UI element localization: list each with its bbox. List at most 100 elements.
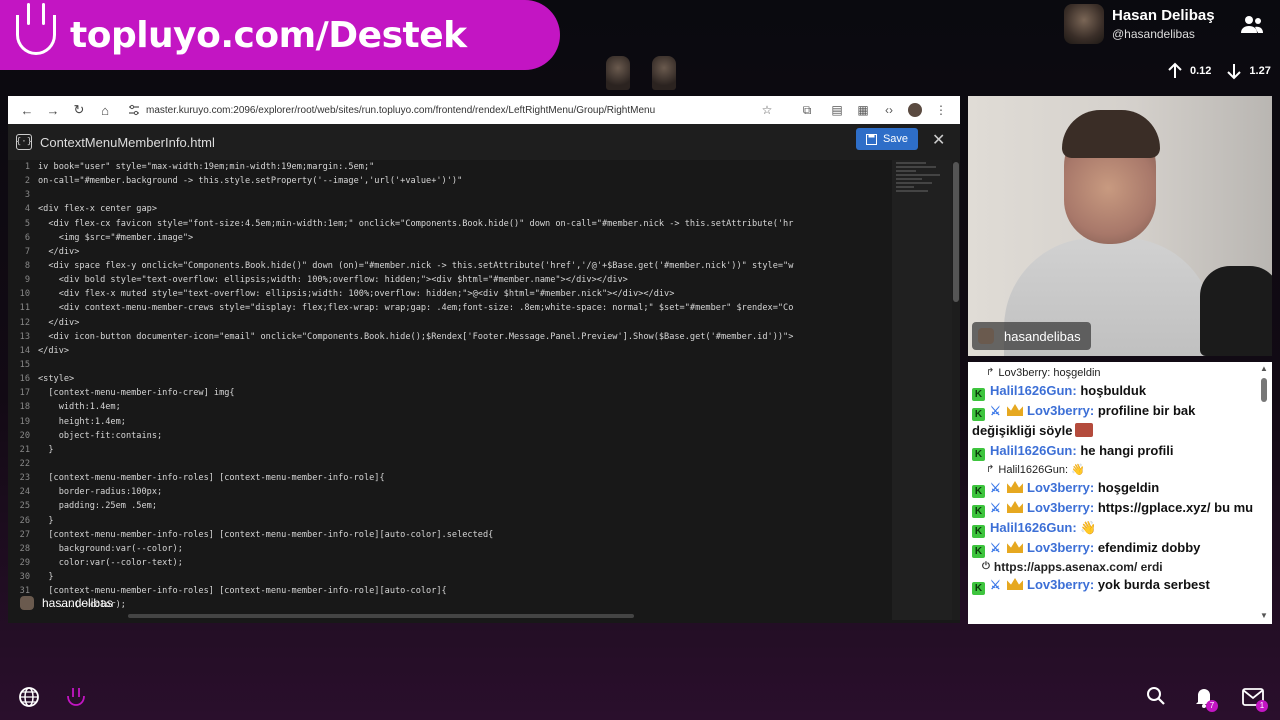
scroll-down-icon[interactable]: ▼ — [1260, 611, 1268, 620]
chat-panel[interactable]: ↱ Lov3berry: hoşgeldin K Halil1626Gun: hoşb… — [968, 362, 1272, 624]
chat-text: yok burda serbest — [1097, 577, 1210, 592]
scroll-up-icon[interactable]: ▲ — [1260, 364, 1268, 373]
streamer-profile[interactable]: Hasan Delibaş @hasandelibas — [1064, 4, 1215, 44]
url-text: master.kuruyo.com:2096/explorer/root/web… — [146, 104, 656, 116]
emote-icon — [1075, 423, 1094, 437]
code-line[interactable]: 8 <div space flex-y onclick="Components.… — [8, 259, 890, 273]
crown-badge-icon — [1007, 578, 1023, 590]
save-button[interactable]: Save — [856, 128, 918, 150]
chat-nick[interactable]: Lov3berry: — [1027, 577, 1094, 592]
code-minimap[interactable] — [892, 160, 952, 620]
address-bar: ← → ↻ ⌂ master.kuruyo.com:2096/explorer/… — [8, 96, 960, 124]
line-number: 3 — [24, 190, 30, 201]
code-line[interactable]: 15 — [8, 358, 890, 372]
code-editor[interactable]: 1 iv book="user" style="max-width:19em;mi… — [8, 160, 890, 620]
code-line[interactable]: 19 height:1.4em; — [8, 415, 890, 429]
line-number: 23 — [19, 473, 30, 484]
code-line[interactable]: 21 } — [8, 443, 890, 457]
site-info-icon[interactable] — [128, 104, 140, 116]
code-line[interactable]: 7 </div> — [8, 245, 890, 259]
code-line[interactable]: 30 } — [8, 570, 890, 584]
topluyo-logo-icon[interactable] — [66, 686, 86, 708]
chat-nick[interactable]: Halil1626Gun: — [990, 383, 1077, 398]
code-line[interactable]: 22 — [8, 457, 890, 471]
forward-icon[interactable]: → — [42, 99, 64, 121]
code-text: width:1.4em; — [38, 402, 121, 413]
reading-mode-icon[interactable]: ▤ — [826, 99, 848, 121]
line-number: 9 — [24, 275, 30, 286]
code-line[interactable]: 3 — [8, 188, 890, 202]
code-line[interactable]: 6 <img $src="#member.image"> — [8, 231, 890, 245]
profile-avatar-button[interactable] — [904, 99, 926, 121]
upload-value: 0.12 — [1190, 65, 1212, 77]
code-line[interactable]: 10 <div flex-x muted style="text-overflo… — [8, 287, 890, 301]
chat-message[interactable]: K ⚔ Lov3berry: hoşgeldin — [972, 478, 1254, 498]
code-line[interactable]: 32 ...(--color); — [8, 598, 890, 612]
code-line[interactable]: 24 border-radius:100px; — [8, 485, 890, 499]
code-line[interactable]: 27 [context-menu-member-info-roles] [con… — [8, 528, 890, 542]
bookmark-star-icon[interactable]: ☆ — [756, 99, 778, 121]
code-line[interactable]: 12 </div> — [8, 316, 890, 330]
home-icon[interactable]: ⌂ — [94, 99, 116, 121]
code-line[interactable]: 14 </div> — [8, 344, 890, 358]
code-line[interactable]: 2 on-call="#member.background -> this.sty… — [8, 174, 890, 188]
chat-reply-preview[interactable]: ↱ Halil1626Gun: 👋 — [972, 461, 1254, 478]
chat-nick[interactable]: Lov3berry: — [1027, 500, 1094, 515]
webcam-name-tag: hasandelibas — [972, 322, 1091, 350]
scrollbar-thumb[interactable] — [1261, 378, 1267, 402]
line-number: 5 — [24, 218, 30, 229]
code-line[interactable]: 23 [context-menu-member-info-roles] [con… — [8, 471, 890, 485]
kick-badge-icon: K — [972, 408, 985, 421]
code-line[interactable]: 28 background:var(--color); — [8, 542, 890, 556]
chat-nick[interactable]: Lov3berry: — [1027, 403, 1094, 418]
code-line[interactable]: 5 <div flex-cx favicon style="font-size:… — [8, 217, 890, 231]
viewer-avatar — [652, 56, 676, 90]
code-line[interactable]: 9 <div bold style="text-overflow: ellips… — [8, 273, 890, 287]
code-line[interactable]: 18 width:1.4em; — [8, 400, 890, 414]
code-line[interactable]: 25 padding:.25em .5em; — [8, 499, 890, 513]
close-icon[interactable]: ✕ — [932, 130, 945, 150]
chat-message[interactable]: K Halil1626Gun: he hangi profili — [972, 441, 1254, 461]
chat-scrollbar[interactable]: ▲ ▼ — [1260, 364, 1268, 620]
apps-icon[interactable]: ▦ — [852, 99, 874, 121]
chat-message[interactable]: K ⚔ Lov3berry: profiline bir bak değişikli… — [972, 401, 1254, 441]
chat-reply-preview[interactable]: ↱ Lov3berry: hoşgeldin — [972, 364, 1254, 381]
scrollbar-thumb[interactable] — [953, 162, 959, 302]
chat-nick[interactable]: Lov3berry: — [1027, 480, 1094, 495]
search-icon[interactable] — [1146, 686, 1166, 706]
code-line[interactable]: 1 iv book="user" style="max-width:19em;mi… — [8, 160, 890, 174]
globe-icon[interactable] — [18, 686, 40, 708]
code-line[interactable]: 4 <div flex-x center gap> — [8, 202, 890, 216]
chat-text: hoşbulduk — [1080, 383, 1147, 398]
menu-dots-icon[interactable]: ⋮ — [930, 99, 952, 121]
horizontal-scrollbar[interactable] — [128, 614, 634, 618]
code-line[interactable]: 17 [context-menu-member-info-crew] img{ — [8, 386, 890, 400]
chat-nick[interactable]: Lov3berry: — [1027, 540, 1094, 555]
line-number: 17 — [19, 388, 30, 399]
chat-message[interactable]: K ⚔ Lov3berry: yok burda serbest — [972, 575, 1254, 595]
chat-reply-preview[interactable]: ⏻ https://apps.asenax.com/ erdi — [972, 558, 1254, 575]
chat-message[interactable]: K Halil1626Gun: hoşbulduk — [972, 381, 1254, 401]
code-line[interactable]: 20 object-fit:contains; — [8, 429, 890, 443]
code-line[interactable]: 31 [context-menu-member-info-roles] [con… — [8, 584, 890, 598]
url-input[interactable]: master.kuruyo.com:2096/explorer/root/web… — [120, 100, 752, 120]
reload-icon[interactable]: ↻ — [68, 99, 90, 121]
back-icon[interactable]: ← — [16, 99, 38, 121]
users-icon[interactable] — [1240, 14, 1264, 34]
chat-nick[interactable]: Halil1626Gun: — [990, 520, 1077, 535]
code-line[interactable]: 26 } — [8, 514, 890, 528]
code-line[interactable]: 29 color:var(--color-text); — [8, 556, 890, 570]
topluyo-logo-icon — [16, 3, 56, 55]
extensions-icon[interactable]: ⧉ — [796, 99, 818, 121]
code-line[interactable]: 16 <style> — [8, 372, 890, 386]
chat-message[interactable]: K Halil1626Gun: 👋 — [972, 518, 1254, 538]
chat-message[interactable]: K ⚔ Lov3berry: efendimiz dobby — [972, 538, 1254, 558]
code-text: color:var(--color-text); — [38, 557, 183, 568]
devtools-icon[interactable]: ‹› — [878, 99, 900, 121]
code-line[interactable]: 11 <div context-menu-member-crews style=… — [8, 301, 890, 315]
vertical-scrollbar[interactable] — [952, 160, 960, 620]
chat-message[interactable]: K ⚔ Lov3berry: https://gplace.xyz/ bu mu — [972, 498, 1254, 518]
crown-badge-icon — [1007, 404, 1023, 416]
code-line[interactable]: 13 <div icon-button documenter-icon="ema… — [8, 330, 890, 344]
chat-nick[interactable]: Halil1626Gun: — [990, 443, 1077, 458]
